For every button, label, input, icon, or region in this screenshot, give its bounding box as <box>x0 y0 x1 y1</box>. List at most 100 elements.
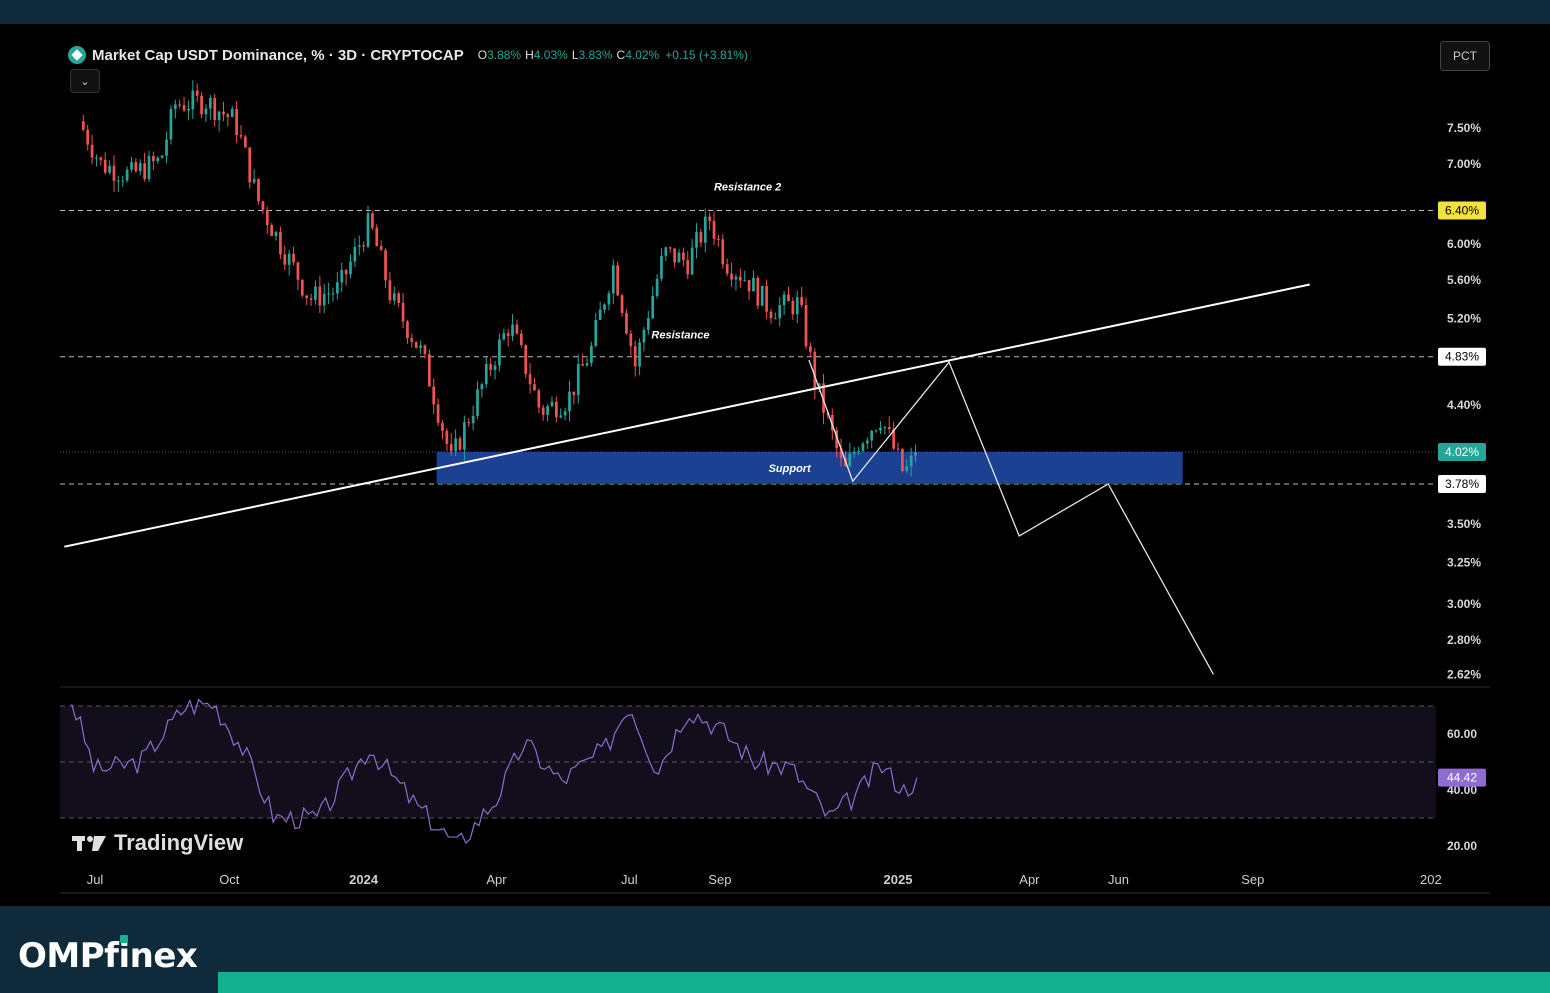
candle-body <box>598 309 602 320</box>
annotation-label: Resistance 2 <box>714 182 781 194</box>
candle-layer <box>81 80 917 477</box>
candle-body <box>795 297 799 315</box>
price-tick-label: 5.60% <box>1447 273 1481 287</box>
candle-body <box>160 155 164 158</box>
chart-canvas[interactable]: Support Resistance 2 Resistance 7.50% 7.00… <box>0 24 1550 906</box>
rsi-pane <box>60 698 1436 844</box>
candle-body <box>248 147 252 183</box>
time-tick-label: Apr <box>486 872 507 887</box>
candle-body <box>791 301 795 315</box>
candle-body <box>279 231 282 255</box>
top-bar <box>0 0 1550 24</box>
candle-body <box>99 157 103 160</box>
candle-body <box>112 165 116 181</box>
candle-body <box>638 342 641 367</box>
candle-body <box>130 162 133 170</box>
time-tick-label: Jun <box>1108 872 1129 887</box>
candle-body <box>515 324 519 334</box>
candle-body <box>633 346 637 367</box>
logo-dot-icon <box>120 935 129 943</box>
candle-body <box>668 247 672 249</box>
candle-body <box>309 298 313 300</box>
price-tick-label: 7.50% <box>1447 121 1481 135</box>
chevron-down-icon: ⌄ <box>80 75 90 88</box>
chart-panel[interactable]: Support Resistance 2 Resistance 7.50% 7.00… <box>0 24 1550 906</box>
candle-body <box>655 278 659 296</box>
projection-path <box>808 359 1214 675</box>
candle-body <box>738 276 742 281</box>
tradingview-logo-icon <box>72 836 106 851</box>
footer-accent-strip <box>218 972 1550 993</box>
candle-body <box>493 365 497 370</box>
candle-body <box>296 262 300 280</box>
candle-body <box>423 345 427 354</box>
candle-body <box>344 269 348 275</box>
candle-body <box>533 384 536 391</box>
candle-body <box>125 169 129 181</box>
candle-body <box>178 104 182 106</box>
candle-body <box>274 231 278 237</box>
candle-body <box>331 293 335 295</box>
candle-body <box>349 261 352 275</box>
candle-body <box>441 422 444 431</box>
candle-body <box>300 279 304 296</box>
candle-body <box>187 109 190 111</box>
candle-body <box>541 407 545 415</box>
candle-body <box>905 466 909 472</box>
candle-body <box>717 238 720 240</box>
candle-body <box>384 250 387 281</box>
ompfinex-logo: OMPfi nex <box>18 935 198 976</box>
candle-body <box>445 430 449 444</box>
candle-body <box>695 232 698 248</box>
candle-body <box>861 443 865 451</box>
candle-body <box>134 162 138 172</box>
candle-body <box>568 391 571 412</box>
candle-body <box>590 345 593 364</box>
candle-body <box>287 253 291 265</box>
candle-body <box>143 163 146 180</box>
candle-body <box>502 333 506 340</box>
candle-body <box>594 319 598 346</box>
rsi-tick-label: 20.00 <box>1447 839 1477 853</box>
candle-body <box>484 364 488 385</box>
scale-mode-button[interactable]: PCT <box>1440 41 1490 71</box>
candle-body <box>86 129 90 145</box>
level-tag-label: 4.02% <box>1445 445 1479 459</box>
high-label: H <box>525 48 534 62</box>
candle-body <box>555 401 558 418</box>
candle-body <box>397 293 401 304</box>
candle-body <box>760 285 764 306</box>
time-tick-label: 2024 <box>349 872 379 887</box>
collapse-legend-button[interactable]: ⌄ <box>70 69 100 93</box>
candle-body <box>813 351 817 389</box>
symbol-title[interactable]: Market Cap USDT Dominance, % · 3D · CRYP… <box>92 47 464 64</box>
candle-body <box>743 280 747 282</box>
candle-body <box>388 280 392 301</box>
price-tick-label: 6.00% <box>1447 237 1481 251</box>
candle-body <box>327 293 330 295</box>
candle-body <box>226 114 230 117</box>
candle-body <box>901 448 904 472</box>
time-tick-label: 2025 <box>884 872 913 887</box>
low-label: L <box>571 48 579 62</box>
candle-body <box>699 232 703 243</box>
candle-body <box>747 280 751 292</box>
candle-body <box>511 324 514 336</box>
candle-body <box>651 295 655 319</box>
candle-body <box>204 108 208 115</box>
candle-body <box>879 427 882 431</box>
candle-body <box>787 294 790 302</box>
candle-body <box>200 95 203 115</box>
time-tick-label: Sep <box>708 872 731 887</box>
candle-body <box>406 321 409 339</box>
close-value: 4.02% <box>625 48 660 62</box>
candle-body <box>414 341 418 348</box>
candle-body <box>108 165 111 173</box>
candle-body <box>585 363 589 366</box>
price-tick-label: 2.62% <box>1447 667 1481 681</box>
candle-body <box>752 277 755 292</box>
candle-body <box>537 390 541 408</box>
level-tag-label: 3.78% <box>1445 477 1479 491</box>
low-value: 3.83% <box>578 48 613 62</box>
time-tick-label: Sep <box>1241 872 1264 887</box>
